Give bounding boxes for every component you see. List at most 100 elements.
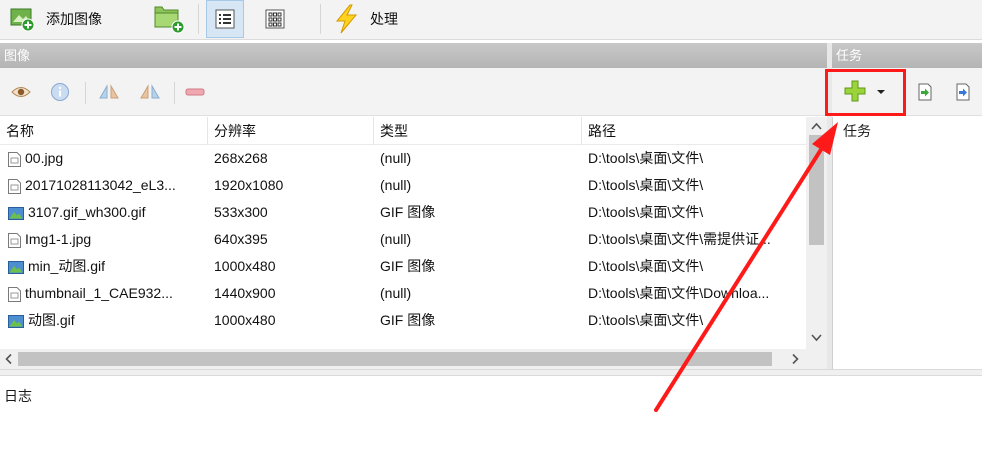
flip-vertical-button[interactable]	[137, 80, 163, 104]
add-folder-button[interactable]	[150, 0, 188, 38]
cell-resolution: 1440x900	[214, 280, 374, 307]
log-splitter[interactable]	[0, 369, 982, 376]
thumbnail-view-icon	[265, 9, 285, 29]
cell-type-text: (null)	[380, 177, 412, 193]
toolbar-separator	[174, 82, 175, 104]
scroll-right-icon[interactable]	[788, 349, 802, 369]
log-panel: 日志	[0, 376, 982, 468]
cell-path: D:\tools\桌面\文件\	[588, 172, 806, 199]
jpg-file-icon	[8, 151, 21, 167]
cell-path-text: D:\tools\桌面\文件\	[588, 204, 704, 220]
cell-resolution-text: 1000x480	[214, 258, 276, 274]
import-file-icon	[918, 83, 932, 101]
cell-type: (null)	[380, 226, 580, 253]
images-toolbar	[0, 68, 827, 116]
eye-icon	[11, 87, 31, 97]
add-image-label: 添加图像	[46, 11, 102, 27]
cell-path-text: D:\tools\桌面\文件\需提供证...	[588, 231, 771, 247]
export-task-button[interactable]	[950, 80, 976, 104]
cell-resolution-text: 1000x480	[214, 312, 276, 328]
cell-type: GIF 图像	[380, 199, 580, 226]
gif-file-icon	[8, 206, 24, 220]
cell-type-text: GIF 图像	[380, 312, 436, 328]
import-task-button[interactable]	[912, 80, 938, 104]
cell-path-text: D:\tools\桌面\文件\	[588, 177, 704, 193]
column-header-task[interactable]: 任务	[843, 117, 871, 145]
vertical-scroll-thumb[interactable]	[809, 135, 824, 245]
cell-resolution: 533x300	[214, 199, 374, 226]
cell-type-text: (null)	[380, 285, 412, 301]
cell-name: 3107.gif_wh300.gif	[8, 199, 206, 226]
table-row[interactable]: 20171028113042_eL3... 1920x1080 (null) D:\t…	[0, 172, 806, 199]
cell-resolution: 1000x480	[214, 253, 374, 280]
cell-name-text: 20171028113042_eL3...	[25, 177, 176, 193]
gif-file-icon	[8, 260, 24, 274]
column-header-type[interactable]: 类型	[374, 117, 582, 145]
cell-type-text: (null)	[380, 231, 412, 247]
gif-file-icon	[8, 314, 24, 328]
cell-name-text: Img1-1.jpg	[25, 231, 92, 247]
jpg-file-icon	[8, 286, 21, 302]
cell-path: D:\tools\桌面\文件\需提供证...	[588, 226, 806, 253]
image-list: 名称 分辨率 类型 路径 00.jpg 268x268 (null) D:\tools…	[0, 117, 827, 369]
cell-path-text: D:\tools\桌面\文件\	[588, 312, 704, 328]
column-header-path[interactable]: 路径	[582, 117, 806, 145]
vertical-scrollbar[interactable]	[806, 117, 827, 349]
add-image-button[interactable]: 添加图像	[10, 0, 102, 38]
cell-path: D:\tools\桌面\文件\	[588, 145, 806, 172]
cell-resolution: 640x395	[214, 226, 374, 253]
table-row[interactable]: thumbnail_1_CAE932... 1440x900 (null) D:\to…	[0, 280, 806, 307]
cell-path: D:\tools\桌面\文件\	[588, 253, 806, 280]
horizontal-scrollbar[interactable]	[0, 349, 806, 369]
flip-horizontal-icon	[99, 84, 119, 99]
thumbnail-view-button[interactable]	[256, 0, 294, 38]
scroll-left-icon[interactable]	[2, 349, 16, 369]
details-view-button[interactable]	[206, 0, 244, 38]
column-header-name[interactable]: 名称	[0, 117, 208, 145]
details-view-icon	[215, 9, 235, 29]
cell-name: 20171028113042_eL3...	[8, 172, 206, 199]
main-toolbar: 添加图像 处理	[0, 0, 982, 40]
cell-type-text: GIF 图像	[380, 204, 436, 220]
images-panel-header: 图像	[0, 43, 827, 68]
cell-path-text: D:\tools\桌面\文件\	[588, 150, 704, 166]
cell-type: GIF 图像	[380, 307, 580, 334]
scroll-down-icon[interactable]	[806, 331, 827, 345]
jpg-file-icon	[8, 232, 21, 248]
annotation-highlight-box	[825, 69, 906, 116]
cell-type-text: (null)	[380, 150, 412, 166]
cell-name: 动图.gif	[8, 307, 206, 334]
tasks-panel-header: 任务	[832, 43, 982, 68]
table-row[interactable]: 动图.gif 1000x480 GIF 图像 D:\tools\桌面\文件\	[0, 307, 806, 334]
cell-path-text: D:\tools\桌面\文件\Downloa...	[588, 285, 770, 301]
cell-resolution-text: 533x300	[214, 204, 268, 220]
preview-button[interactable]	[8, 80, 34, 104]
toolbar-separator	[320, 4, 321, 34]
flip-vertical-icon	[140, 84, 160, 99]
table-header: 名称 分辨率 类型 路径	[0, 117, 806, 145]
remove-button[interactable]	[182, 80, 208, 104]
column-header-resolution[interactable]: 分辨率	[208, 117, 374, 145]
toolbar-separator	[85, 82, 86, 104]
cell-resolution-text: 1920x1080	[214, 177, 284, 193]
table-row[interactable]: min_动图.gif 1000x480 GIF 图像 D:\tools\桌面\文件\	[0, 253, 806, 280]
cell-type: (null)	[380, 280, 580, 307]
task-list: 任务	[832, 117, 982, 369]
table-row[interactable]: Img1-1.jpg 640x395 (null) D:\tools\桌面\文件\需提…	[0, 226, 806, 253]
cell-name: min_动图.gif	[8, 253, 206, 280]
table-row[interactable]: 3107.gif_wh300.gif 533x300 GIF 图像 D:\tools\…	[0, 199, 806, 226]
table-row[interactable]: 00.jpg 268x268 (null) D:\tools\桌面\文件\	[0, 145, 806, 172]
cell-resolution: 1920x1080	[214, 172, 374, 199]
cell-type: (null)	[380, 172, 580, 199]
info-button[interactable]	[47, 80, 73, 104]
lightning-icon	[335, 4, 358, 34]
cell-name: thumbnail_1_CAE932...	[8, 280, 206, 307]
horizontal-scroll-thumb[interactable]	[18, 352, 772, 366]
cell-type-text: GIF 图像	[380, 258, 436, 274]
cell-resolution: 1000x480	[214, 307, 374, 334]
log-title: 日志	[4, 388, 32, 404]
process-button[interactable]: 处理	[332, 0, 398, 38]
flip-horizontal-button[interactable]	[96, 80, 122, 104]
cell-resolution: 268x268	[214, 145, 374, 172]
scroll-up-icon[interactable]	[806, 119, 827, 133]
